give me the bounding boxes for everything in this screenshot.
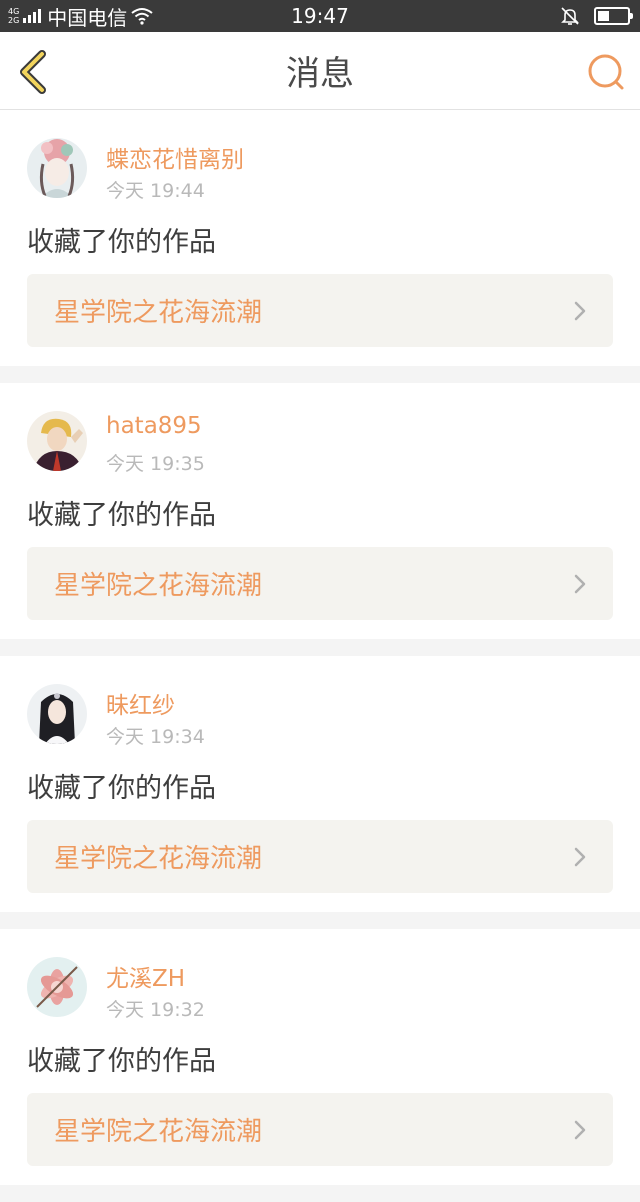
avatar[interactable] <box>27 957 87 1017</box>
chevron-left-icon[interactable] <box>14 50 54 94</box>
search-icon[interactable] <box>586 52 626 92</box>
avatar[interactable] <box>27 684 87 744</box>
message-action: 收藏了你的作品 <box>27 773 216 804</box>
message-card: 蝶恋花惜离别 今天 19:44 收藏了你的作品 星学院之花海流潮 <box>0 110 640 366</box>
work-link[interactable]: 星学院之花海流潮 <box>27 274 613 347</box>
message-time: 今天 19:32 <box>106 999 205 1021</box>
status-right <box>560 0 633 32</box>
chevron-right-icon <box>574 574 586 594</box>
message-card: 昧红纱 今天 19:34 收藏了你的作品 星学院之花海流潮 <box>0 656 640 912</box>
battery-icon <box>594 7 633 25</box>
work-link[interactable]: 星学院之花海流潮 <box>27 1093 613 1166</box>
message-list: 蝶恋花惜离别 今天 19:44 收藏了你的作品 星学院之花海流潮 hata895… <box>0 110 640 1202</box>
message-action: 收藏了你的作品 <box>27 227 216 258</box>
status-time: 19:47 <box>291 4 349 28</box>
chevron-right-icon <box>574 847 586 867</box>
avatar[interactable] <box>27 138 87 198</box>
battery-fill <box>598 11 610 21</box>
work-title: 星学院之花海流潮 <box>54 571 263 601</box>
username[interactable]: 尤溪ZH <box>106 959 185 993</box>
work-link[interactable]: 星学院之花海流潮 <box>27 820 613 893</box>
message-card: hata895 今天 19:35 收藏了你的作品 星学院之花海流潮 <box>0 383 640 639</box>
message-time: 今天 19:34 <box>106 726 205 748</box>
message-time: 今天 19:35 <box>106 453 205 475</box>
username[interactable]: hata895 <box>106 413 202 439</box>
username[interactable]: 蝶恋花惜离别 <box>106 140 244 174</box>
message-time: 今天 19:44 <box>106 180 205 202</box>
message-card: 尤溪ZH 今天 19:32 收藏了你的作品 星学院之花海流潮 <box>0 929 640 1185</box>
top-nav: 消息 <box>0 32 640 110</box>
mute-bell-icon <box>561 7 579 25</box>
avatar[interactable] <box>27 411 87 471</box>
work-link[interactable]: 星学院之花海流潮 <box>27 547 613 620</box>
page-title: 消息 <box>286 54 354 94</box>
username[interactable]: 昧红纱 <box>106 686 175 720</box>
work-title: 星学院之花海流潮 <box>54 844 263 874</box>
work-title: 星学院之花海流潮 <box>54 1117 263 1147</box>
chevron-right-icon <box>574 301 586 321</box>
status-bar: 4G 2G 中国电信 19:47 <box>0 0 640 32</box>
message-action: 收藏了你的作品 <box>27 1046 216 1077</box>
work-title: 星学院之花海流潮 <box>54 298 263 328</box>
message-action: 收藏了你的作品 <box>27 500 216 531</box>
